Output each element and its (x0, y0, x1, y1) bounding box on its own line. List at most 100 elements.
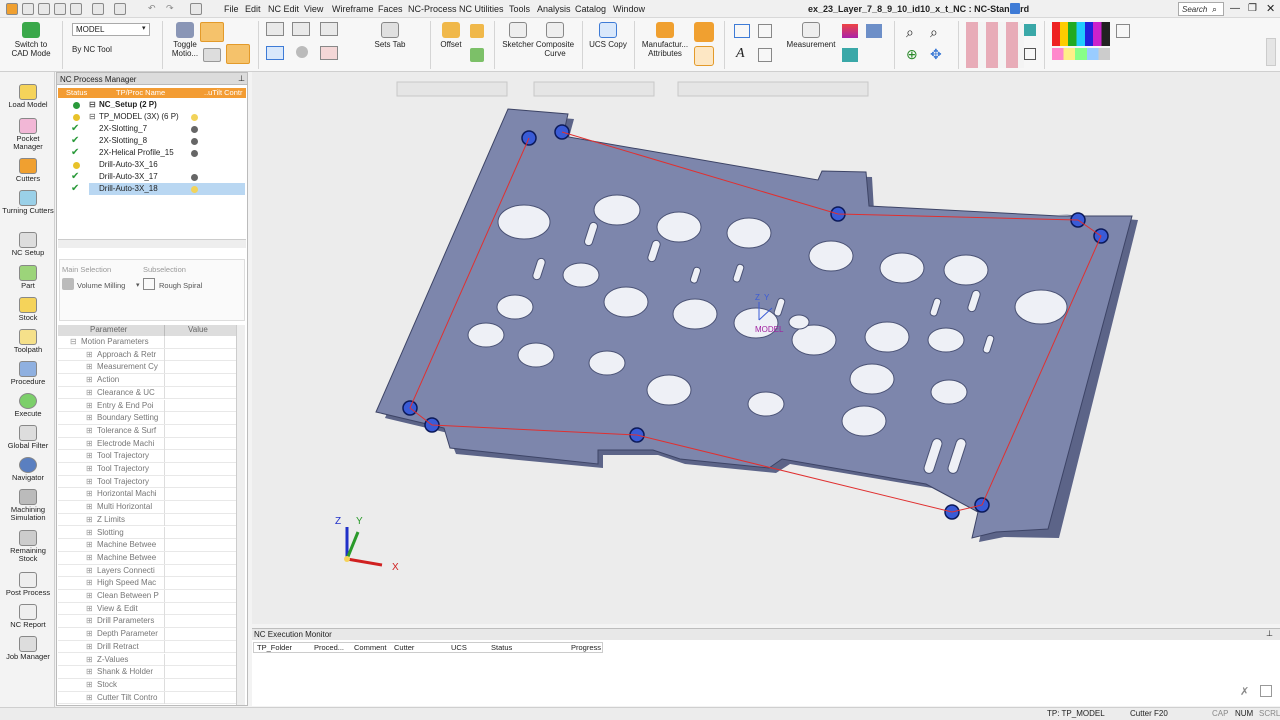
menu-tools[interactable]: Tools (509, 4, 530, 14)
trim-icon[interactable] (470, 48, 484, 62)
param-row[interactable]: ⊞ Measurement Cy (58, 361, 244, 375)
expand-icon[interactable]: ⊞ (86, 425, 93, 437)
expand-icon[interactable]: ⊞ (86, 565, 93, 577)
param-row[interactable]: ⊞ Z-Values (58, 653, 244, 667)
options-icon[interactable] (203, 48, 221, 62)
cutter-attr-icon[interactable] (694, 22, 714, 42)
monitor-settings-icon[interactable] (1260, 685, 1272, 697)
extend-icon[interactable] (470, 24, 484, 38)
expand-icon[interactable]: ⊞ (86, 641, 93, 653)
open-icon[interactable] (38, 3, 50, 15)
report-icon[interactable] (320, 46, 338, 60)
nc-setup-button[interactable]: NC Setup (2, 232, 54, 257)
param-row[interactable]: ⊞ Entry & End Poi (58, 399, 244, 413)
layout-icon[interactable] (92, 3, 104, 15)
table-icon[interactable] (320, 22, 338, 36)
tree-row-drill-17[interactable]: ✔ Drill-Auto-3X_17 (57, 171, 245, 183)
save-icon[interactable] (54, 3, 66, 15)
minimize-button[interactable]: — (1230, 3, 1240, 14)
expand-icon[interactable]: ⊞ (86, 654, 93, 666)
tree-row-nc-setup[interactable]: ⊟ NC_Setup (2 P) (57, 99, 245, 111)
expand-icon[interactable]: ⊞ (86, 615, 93, 627)
pin-icon[interactable]: ⊥ (238, 74, 245, 83)
note-icon[interactable] (758, 24, 772, 38)
sets-tab-button[interactable]: Sets Tab (372, 22, 408, 49)
navigator-button[interactable]: Navigator (2, 457, 54, 482)
shade-icon[interactable] (866, 24, 882, 38)
expand-icon[interactable]: ⊟ (70, 336, 77, 348)
param-row[interactable]: ⊞ Depth Parameter (58, 628, 244, 641)
expand-icon[interactable]: ⊞ (86, 374, 93, 386)
text-icon[interactable]: A (736, 46, 745, 62)
expand-icon[interactable]: ⊞ (86, 488, 93, 500)
expand-icon[interactable]: ⊞ (86, 514, 93, 526)
manufacturing-attributes-button[interactable]: Manufactur... Attributes (640, 22, 690, 58)
execute-button[interactable]: Execute (2, 393, 54, 418)
collapse-icon[interactable]: ⊟ (89, 99, 96, 111)
expand-icon[interactable]: ⊞ (86, 438, 93, 450)
color-icon[interactable] (842, 24, 858, 38)
param-row[interactable]: ⊟ Motion Parameters (58, 336, 244, 349)
cutters-button[interactable]: Cutters (2, 158, 54, 183)
param-row[interactable]: ⊞ Slotting (58, 526, 244, 540)
menu-faces[interactable]: Faces (378, 4, 403, 14)
attr-edit-icon[interactable] (694, 46, 714, 66)
ucs-select[interactable]: MODEL (72, 23, 150, 36)
menu-view[interactable]: View (304, 4, 323, 14)
expand-icon[interactable]: ⊞ (86, 501, 93, 513)
collapse-icon[interactable]: ⊟ (89, 111, 96, 123)
stock-button[interactable]: Stock (2, 297, 54, 322)
sheet-icon[interactable] (292, 22, 310, 36)
param-row[interactable]: ⊞ Approach & Retr (58, 348, 244, 362)
print-icon[interactable] (70, 3, 82, 15)
menu-catalog[interactable]: Catalog (575, 4, 606, 14)
menu-nc-utilities[interactable]: NC Utilities (459, 4, 504, 14)
tree-row-drill-18-selected[interactable]: Drill-Auto-3X_18 (89, 183, 245, 195)
param-row[interactable]: ⊞ Machine Betwee (58, 551, 244, 565)
color-picker-icon[interactable] (1116, 24, 1130, 38)
remaining-stock-button[interactable]: Remaining Stock (2, 530, 54, 563)
3d-viewport[interactable]: Z Y MODEL Z Y X (252, 72, 1280, 624)
sketcher-button[interactable]: Sketcher (500, 22, 536, 49)
param-row[interactable]: ⊞ View & Edit (58, 602, 244, 616)
zoom-window-icon[interactable]: ⌕ (906, 24, 914, 41)
main-selection-value[interactable]: Volume Milling (77, 281, 125, 290)
pocket-manager-button[interactable]: Pocket Manager (2, 118, 54, 151)
cutter-toggle-icon[interactable] (200, 22, 224, 42)
window-icon[interactable] (114, 3, 126, 15)
expand-icon[interactable]: ⊞ (86, 450, 93, 462)
menu-analysis[interactable]: Analysis (537, 4, 571, 14)
expand-icon[interactable]: ⊞ (86, 679, 93, 691)
param-row[interactable]: ⊞ Cutter Tilt Contro (58, 691, 244, 705)
search-icon[interactable]: ⌕ (1212, 4, 1217, 15)
maximize-button[interactable]: ❐ (1248, 3, 1257, 14)
sub-selection-value[interactable]: Rough Spiral (159, 281, 202, 290)
color-palette-light[interactable] (1052, 48, 1110, 60)
measurement-button[interactable]: Measurement (784, 22, 838, 49)
new-icon[interactable] (22, 3, 34, 15)
tree-row-drill-16[interactable]: Drill-Auto-3X_16 (57, 159, 245, 171)
menu-wireframe[interactable]: Wireframe (332, 4, 374, 14)
expand-icon[interactable]: ⊞ (86, 552, 93, 564)
info-icon[interactable] (296, 46, 308, 58)
post-process-button[interactable]: Post Process (2, 572, 54, 597)
menu-file[interactable]: File (224, 4, 239, 14)
search-input[interactable]: Search (1178, 2, 1224, 16)
composite-curve-button[interactable]: Composite Curve (534, 22, 576, 58)
part-button[interactable]: Part (2, 265, 54, 290)
param-row[interactable]: ⊞ Electrode Machi (58, 437, 244, 451)
param-row[interactable]: ⊞ Drill Parameters (58, 615, 244, 629)
param-row[interactable]: ⊞ Tool Trajectory (58, 475, 244, 489)
param-row[interactable]: ⊞ Drill Retract (58, 640, 244, 654)
redo-icon[interactable]: ↷ (166, 3, 178, 15)
param-row[interactable]: ⊞ Shank & Holder (58, 666, 244, 679)
param-row[interactable]: ⊞ Layers Connecti (58, 564, 244, 578)
expand-icon[interactable]: ⊞ (86, 603, 93, 615)
expand-icon[interactable]: ⊞ (86, 412, 93, 424)
expand-icon[interactable]: ⊞ (86, 349, 93, 361)
param-row[interactable]: ⊞ High Speed Mac (58, 577, 244, 590)
param-row[interactable]: ⊞ Machine Betwee (58, 539, 244, 552)
view-layout-icons[interactable] (966, 22, 1024, 68)
grid-icon[interactable] (266, 22, 284, 36)
rotate-icon[interactable]: ✥ (930, 46, 942, 63)
